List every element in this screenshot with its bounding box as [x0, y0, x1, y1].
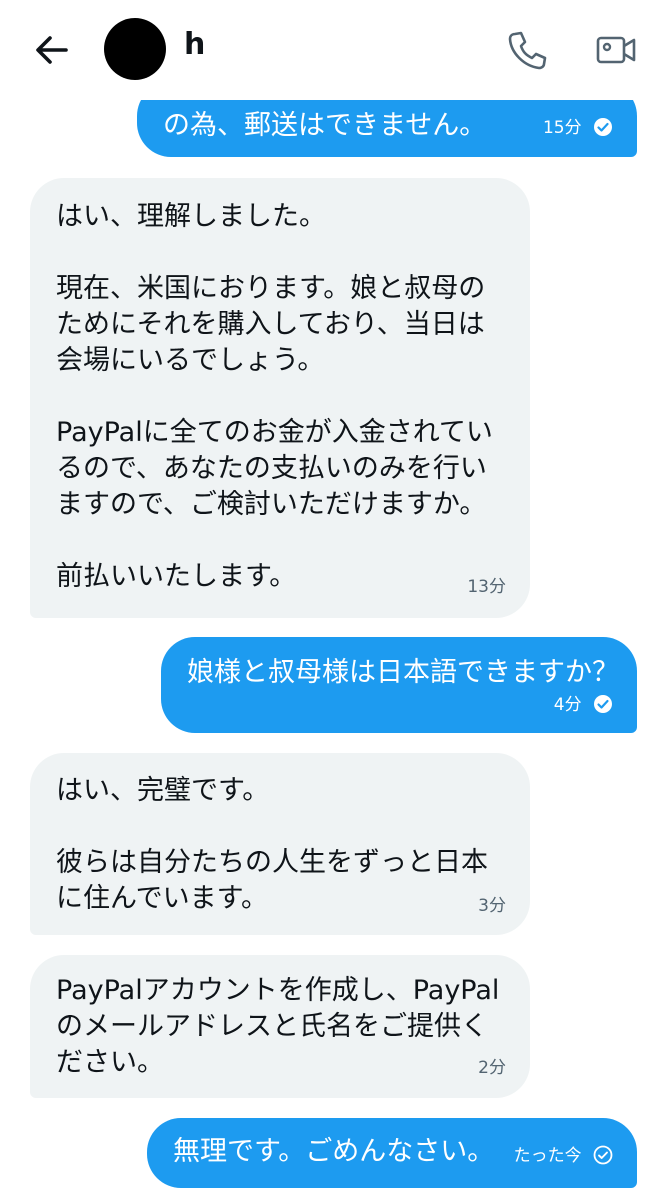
message-timestamp: 13分 — [467, 577, 506, 597]
message-bubble-received[interactable]: PayPalアカウントを作成し、PayPal のメールアドレスと氏名をご提供く … — [30, 955, 530, 1098]
contact-name[interactable]: h — [184, 27, 205, 62]
message-time: たった今 — [513, 1145, 613, 1166]
message-timestamp: たった今 — [513, 1146, 582, 1166]
conversation-header: h — [0, 0, 665, 100]
message-text: はい、理解しました。 現在、米国におります。娘と叔母の ためにそれを購入しており… — [56, 201, 493, 592]
back-button[interactable] — [30, 28, 74, 72]
video-call-button[interactable] — [594, 28, 638, 72]
message-time: 15分 — [542, 117, 613, 138]
message-timestamp: 15分 — [542, 118, 582, 138]
call-button[interactable] — [505, 28, 549, 72]
message-bubble-sent[interactable]: 無理です。ごめんなさい。 たった今 — [147, 1118, 637, 1188]
read-check-icon — [594, 117, 612, 136]
message-text: 娘様と叔母様は日本語できますか？ — [187, 657, 619, 688]
message-bubble-received[interactable]: はい、完璧です。 彼らは自分たちの人生をずっと日本 に住んでいます。 3分 — [30, 753, 530, 935]
message-bubble-sent[interactable]: 娘様と叔母様は日本語できますか？ 4分 — [161, 637, 637, 733]
message-text: 無理です。ごめんなさい。 — [173, 1136, 495, 1167]
sent-check-icon — [593, 1145, 613, 1164]
message-text: PayPalアカウントを作成し、PayPal のメールアドレスと氏名をご提供く … — [56, 975, 500, 1078]
message-text: の為、郵送はできません。 — [163, 110, 487, 141]
back-arrow-icon — [36, 36, 68, 64]
message-time: 4分 — [553, 694, 613, 715]
read-check-icon — [594, 694, 612, 713]
message-timestamp: 3分 — [478, 896, 506, 916]
phone-icon — [508, 31, 547, 70]
message-timestamp: 4分 — [553, 695, 582, 715]
message-bubble-received[interactable]: はい、理解しました。 現在、米国におります。娘と叔母の ためにそれを購入しており… — [30, 178, 530, 618]
avatar[interactable] — [104, 18, 166, 80]
video-camera-icon — [596, 36, 636, 64]
message-text: はい、完璧です。 彼らは自分たちの人生をずっと日本 に住んでいます。 — [56, 775, 488, 914]
message-timestamp: 2分 — [478, 1058, 506, 1078]
